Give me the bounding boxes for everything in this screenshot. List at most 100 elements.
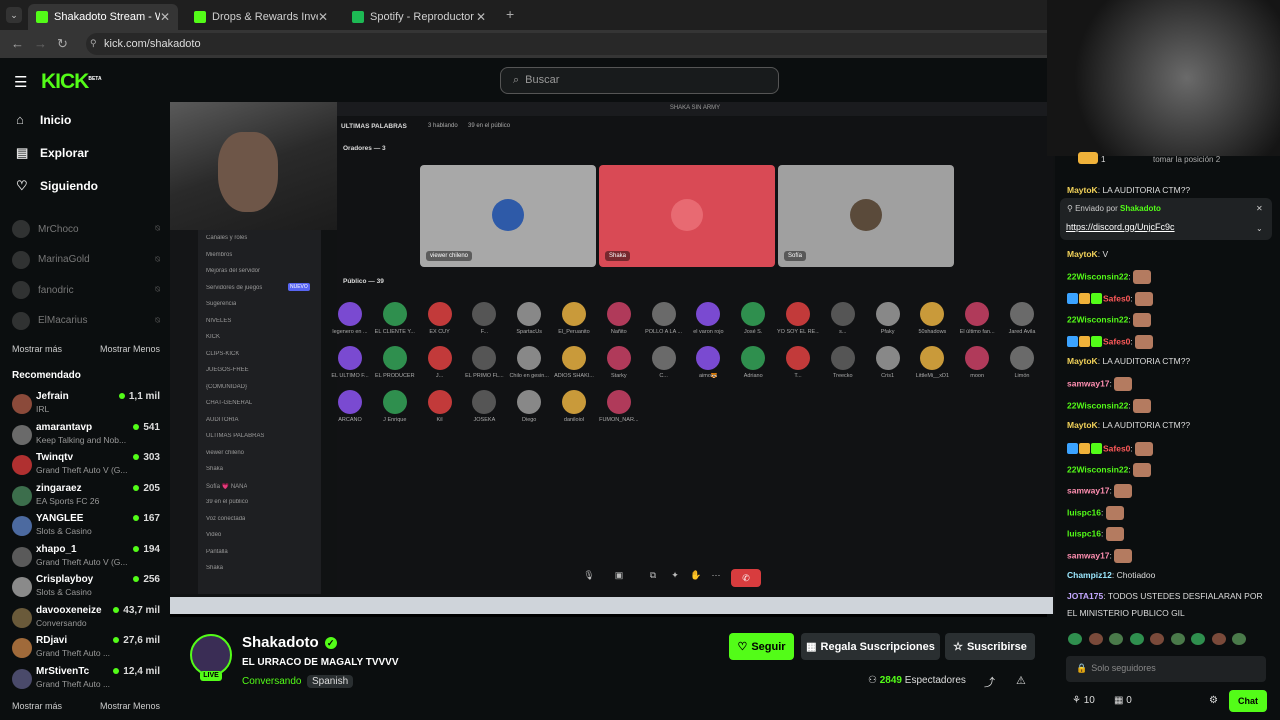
show-more-recommended[interactable]: Mostrar más [12,701,62,711]
discord-channel[interactable]: 39 en el público [206,499,248,505]
sidebar-item-explorar[interactable]: ▤ Explorar [16,145,89,161]
recommended-channel[interactable]: Jefrain IRL 1,1 mil [12,391,160,419]
subscribe-button[interactable]: ☆ Suscribirse [945,633,1035,660]
chat-username[interactable]: MaytoK [1067,249,1098,259]
chat-username[interactable]: MaytoK [1067,185,1098,195]
audience-member[interactable]: el varon rojo [687,302,729,335]
audience-member[interactable]: Adriano [732,346,774,379]
show-less-following[interactable]: Mostrar Menos [100,344,160,354]
recommended-channel[interactable]: YANGLEE Slots & Casino 167 [12,513,160,541]
gifts-display[interactable]: ▦ 0 [1114,695,1132,706]
audience-member[interactable]: Starky [598,346,640,379]
recommended-channel[interactable]: MrStivenTc Grand Theft Auto ... 12,4 mil [12,666,160,694]
close-icon[interactable]: ✕ [318,10,328,24]
gift-subs-button[interactable]: ▦ Regala Suscripciones [801,633,940,660]
audience-member[interactable]: SpartacUs [508,302,550,335]
recommended-channel[interactable]: zingaraez EA Sports FC 26 205 [12,483,160,511]
audience-member[interactable]: EL ULTIMO F... [329,346,371,379]
emote-icon[interactable] [1211,633,1226,645]
emote-icon[interactable] [1191,633,1205,645]
audience-member[interactable]: J Enrique [374,390,416,423]
chat-username[interactable]: 22Wisconsin22 [1067,314,1128,324]
emote-icon[interactable] [1232,633,1246,645]
audience-member[interactable]: C... [643,346,685,379]
browser-tab[interactable]: Shakadoto Stream - Watch✕ [28,4,178,30]
stream-category[interactable]: Conversando [242,676,301,687]
audience-member[interactable]: T... [777,346,819,379]
discord-channel[interactable]: KICK [206,334,220,340]
following-item[interactable]: MrChoco ⍉ [12,220,160,238]
discord-channel[interactable]: NIVELES [206,318,231,324]
audience-member[interactable]: aimo🐯 [687,346,729,379]
emote-icon[interactable] [1088,633,1103,645]
follow-button[interactable]: ♡ Seguir [729,633,794,660]
chat-username[interactable]: Champiz12 [1067,570,1112,580]
forward-button[interactable]: → [34,36,47,51]
audience-member[interactable]: ARCANO [329,390,371,423]
audience-member[interactable]: El_Peruanito [553,302,595,335]
chat-username[interactable]: Safes0 [1103,293,1130,303]
channel-name[interactable]: Shakadoto [242,634,319,651]
audience-member[interactable]: JOSEKA [463,390,505,423]
browser-tab[interactable]: Drops & Rewards Inventory - K✕ [186,4,336,30]
site-info-icon[interactable]: ⚲ [90,38,97,49]
chat-username[interactable]: samway17 [1067,550,1110,560]
discord-channel[interactable]: AUDITORIA [206,417,239,423]
expand-icon[interactable]: ⌄ [1256,224,1263,233]
report-icon[interactable]: ⚠ [1016,674,1026,687]
chat-username[interactable]: 22Wisconsin22 [1067,272,1128,282]
audience-member[interactable]: legenero en ... [329,302,371,335]
url-field[interactable]: ⚲ kick.com/shakadoto [86,33,1126,55]
recommended-channel[interactable]: davooxeneize Conversando 43,7 mil [12,605,160,633]
discord-channel[interactable]: JUEGOS-FREE [206,367,249,373]
more-icon[interactable]: ⋯ [709,570,723,586]
chat-username[interactable]: Safes0 [1103,443,1130,453]
audience-member[interactable]: EX CUY [419,302,461,335]
chat-username[interactable]: MaytoK [1067,356,1098,366]
audience-member[interactable]: J... [419,346,461,379]
audience-member[interactable]: Pfaky [867,302,909,335]
activity-icon[interactable]: ✦ [668,570,682,586]
tab-list-button[interactable]: ⌄ [6,7,22,23]
following-item[interactable]: MarinaGold ⍉ [12,250,160,269]
reload-button[interactable]: ↻ [57,36,68,52]
chat-username[interactable]: samway17 [1067,486,1110,496]
leave-call-button[interactable]: ✆ [731,569,761,587]
audience-member[interactable]: daniloiol [553,390,595,423]
show-more-following[interactable]: Mostrar más [12,344,62,354]
camera-icon[interactable]: ▣ [612,570,626,586]
screen-share-icon[interactable]: ⧉ [646,570,660,586]
emote-icon[interactable] [1150,633,1164,645]
pinned-user[interactable]: Shakadoto [1120,204,1161,213]
recommended-channel[interactable]: xhapo_1 Grand Theft Auto V (G... 194 [12,544,160,572]
audience-member[interactable]: 50shadows [911,302,953,335]
audience-member[interactable]: YO SOY EL RE... [777,302,819,335]
discord-channel[interactable]: Pantalla [206,549,228,555]
sidebar-item-siguiendo[interactable]: ♡ Siguiendo [16,178,98,194]
pinned-link[interactable]: https://discord.gg/UnjcFc9c [1066,222,1175,232]
discord-channel[interactable]: viewer chileno [206,450,244,456]
audience-member[interactable]: POLLO A LA ... [643,302,685,335]
language-tag[interactable]: Spanish [307,675,354,688]
kick-logo[interactable]: KICKBETA [41,70,102,94]
channel-avatar[interactable] [190,634,232,676]
discord-channel[interactable]: Miembros [206,252,232,258]
emote-icon[interactable] [1068,633,1082,645]
chat-send-button[interactable]: Chat [1229,690,1267,712]
close-icon[interactable]: ✕ [160,10,170,24]
share-icon[interactable]: ⤴ [984,674,995,690]
recommended-channel[interactable]: RDjavi Grand Theft Auto ... 27,6 mil [12,635,160,663]
discord-channel[interactable]: Shaka [206,565,223,571]
audience-member[interactable]: F... [463,302,505,335]
audience-member[interactable]: Chilo en gesin... [508,346,550,379]
chat-input[interactable]: 🔒 Solo seguidores [1066,656,1266,682]
points-display[interactable]: ⚘ 10 [1072,695,1095,706]
chat-username[interactable]: 22Wisconsin22 [1067,464,1128,474]
recommended-channel[interactable]: Twinqtv Grand Theft Auto V (G... 303 [12,452,160,480]
discord-channel[interactable]: ULTIMAS PALABRAS [206,433,264,439]
close-icon[interactable]: ✕ [476,10,486,24]
search-input[interactable]: ⌕ Buscar [500,67,779,94]
new-tab-button[interactable]: + [506,6,514,22]
audience-member[interactable]: El último fan... [956,302,998,335]
chat-username[interactable]: Safes0 [1103,336,1130,346]
